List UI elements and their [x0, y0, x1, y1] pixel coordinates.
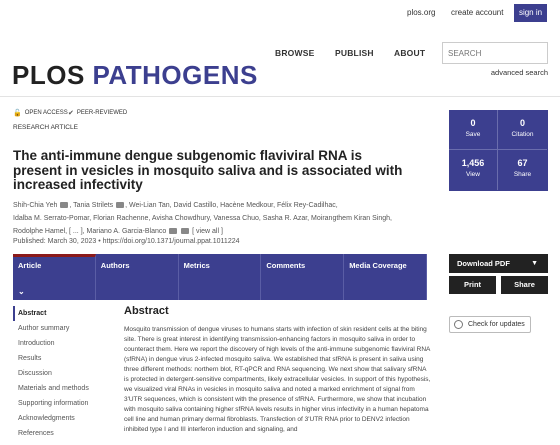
metric-label: Share [513, 171, 532, 178]
peer-reviewed-label: PEER-REVIEWED [76, 110, 128, 116]
author-name[interactable]: , Tania Strilets [69, 202, 113, 209]
author-names[interactable]: Idalba M. Serrato-Pomar, Florian Rachenn… [13, 212, 413, 225]
published-date: Published: March 30, 2023 [13, 238, 97, 245]
article-type: RESEARCH ARTICLE [13, 124, 78, 131]
doi-link[interactable]: https://doi.org/10.1371/journal.ppat.101… [103, 238, 240, 245]
author-name[interactable]: , Wei-Lian Tan, David Castillo, Hacène M… [125, 202, 338, 209]
unlock-icon: 🔓 [13, 110, 22, 117]
metric-citation[interactable]: 0 Citation [498, 110, 547, 150]
nav-browse[interactable]: BROWSE [275, 48, 314, 58]
create-account-link[interactable]: create account [451, 8, 503, 17]
download-pdf-label: Download PDF [457, 259, 510, 268]
caret-down-icon: ▼ [531, 260, 538, 267]
logo-plos: PLOS [12, 60, 93, 90]
tab-metrics[interactable]: Metrics [178, 254, 262, 300]
view-all-authors-link[interactable]: [ view all ] [192, 228, 223, 235]
section-nav-discussion[interactable]: Discussion [13, 366, 108, 381]
chevron-down-icon: ⌄ [18, 287, 25, 296]
open-access-badge: 🔓 OPEN ACCESS [13, 109, 68, 117]
share-button[interactable]: Share [501, 276, 548, 294]
checkmark-icon: ✔ [68, 110, 74, 117]
tab-label: Authors [100, 261, 130, 270]
tab-label: Metrics [183, 261, 210, 270]
section-nav-author-summary[interactable]: Author summary [13, 321, 108, 336]
metric-label: View [466, 171, 480, 178]
check-for-updates-button[interactable]: Check for updates [449, 316, 531, 333]
top-bar: plos.org create account sign in [0, 0, 560, 26]
section-nav: Abstract Author summary Introduction Res… [13, 306, 108, 441]
metric-label: Citation [511, 131, 534, 138]
plos-org-link[interactable]: plos.org [407, 8, 435, 17]
crossmark-icon [454, 320, 463, 329]
section-nav-abstract[interactable]: Abstract [13, 306, 108, 321]
section-nav-materials-methods[interactable]: Materials and methods [13, 381, 108, 396]
abstract-heading: Abstract [124, 305, 169, 317]
advanced-search-link[interactable]: advanced search [491, 68, 548, 77]
publication-info: Published: March 30, 2023 • https://doi.… [13, 238, 240, 245]
email-icon [169, 228, 178, 235]
tab-label: Comments [266, 261, 306, 270]
check-updates-label: Check for updates [468, 321, 525, 328]
metric-value: 67 [517, 158, 528, 168]
metric-view[interactable]: 1,456 View [449, 150, 498, 190]
contributed-equally-icon [60, 202, 69, 209]
tab-comments[interactable]: Comments [261, 254, 345, 300]
tab-media-coverage[interactable]: Media Coverage [344, 254, 427, 300]
author-names[interactable]: Rodolphe Hamel, [ ... ], Mariano A. Garc… [13, 228, 166, 235]
download-pdf-button[interactable]: Download PDF ▼ [449, 254, 548, 273]
metric-save[interactable]: 0 Save [449, 110, 498, 150]
author-name[interactable]: Shih-Chia Yeh [13, 202, 57, 209]
print-button[interactable]: Print [449, 276, 496, 294]
metrics-panel: 0 Save 0 Citation 1,456 View 67 Share [449, 110, 548, 191]
section-nav-acknowledgments[interactable]: Acknowledgments [13, 411, 108, 426]
sign-in-button[interactable]: sign in [514, 4, 547, 22]
logo-pathogens: PATHOGENS [92, 60, 258, 90]
article-tabs: Article ⌄ Authors Metrics Comments Media… [13, 254, 427, 300]
nav-publish[interactable]: PUBLISH [335, 48, 374, 58]
article-title: The anti-immune dengue subgenomic flaviv… [13, 148, 403, 192]
abstract-text: Mosquito transmission of dengue viruses … [124, 326, 431, 433]
nav-about[interactable]: ABOUT [394, 48, 425, 58]
search-input[interactable] [442, 42, 548, 64]
metric-value: 0 [519, 118, 525, 128]
tab-label: Article [18, 261, 42, 270]
journal-logo[interactable]: PLOS PATHOGENS [12, 60, 258, 90]
section-nav-supporting-info[interactable]: Supporting information [13, 396, 108, 411]
metric-share[interactable]: 67 Share [498, 150, 547, 190]
tab-article[interactable]: Article ⌄ [13, 254, 96, 300]
tab-authors[interactable]: Authors [95, 254, 179, 300]
contributed-equally-icon [116, 202, 125, 209]
open-access-label: OPEN ACCESS [24, 110, 68, 116]
peer-reviewed-badge: ✔ PEER-REVIEWED [68, 109, 127, 117]
author-list: Shih-Chia Yeh , Tania Strilets , Wei-Lia… [13, 199, 413, 238]
section-nav-results[interactable]: Results [13, 351, 108, 366]
section-nav-introduction[interactable]: Introduction [13, 336, 108, 351]
metric-label: Save [465, 131, 481, 138]
section-nav-references[interactable]: References [13, 426, 108, 441]
metric-value: 1,456 [461, 158, 485, 168]
metric-value: 0 [470, 118, 476, 128]
header-divider [0, 96, 560, 97]
tab-label: Media Coverage [349, 261, 407, 270]
orcid-icon [181, 228, 190, 235]
